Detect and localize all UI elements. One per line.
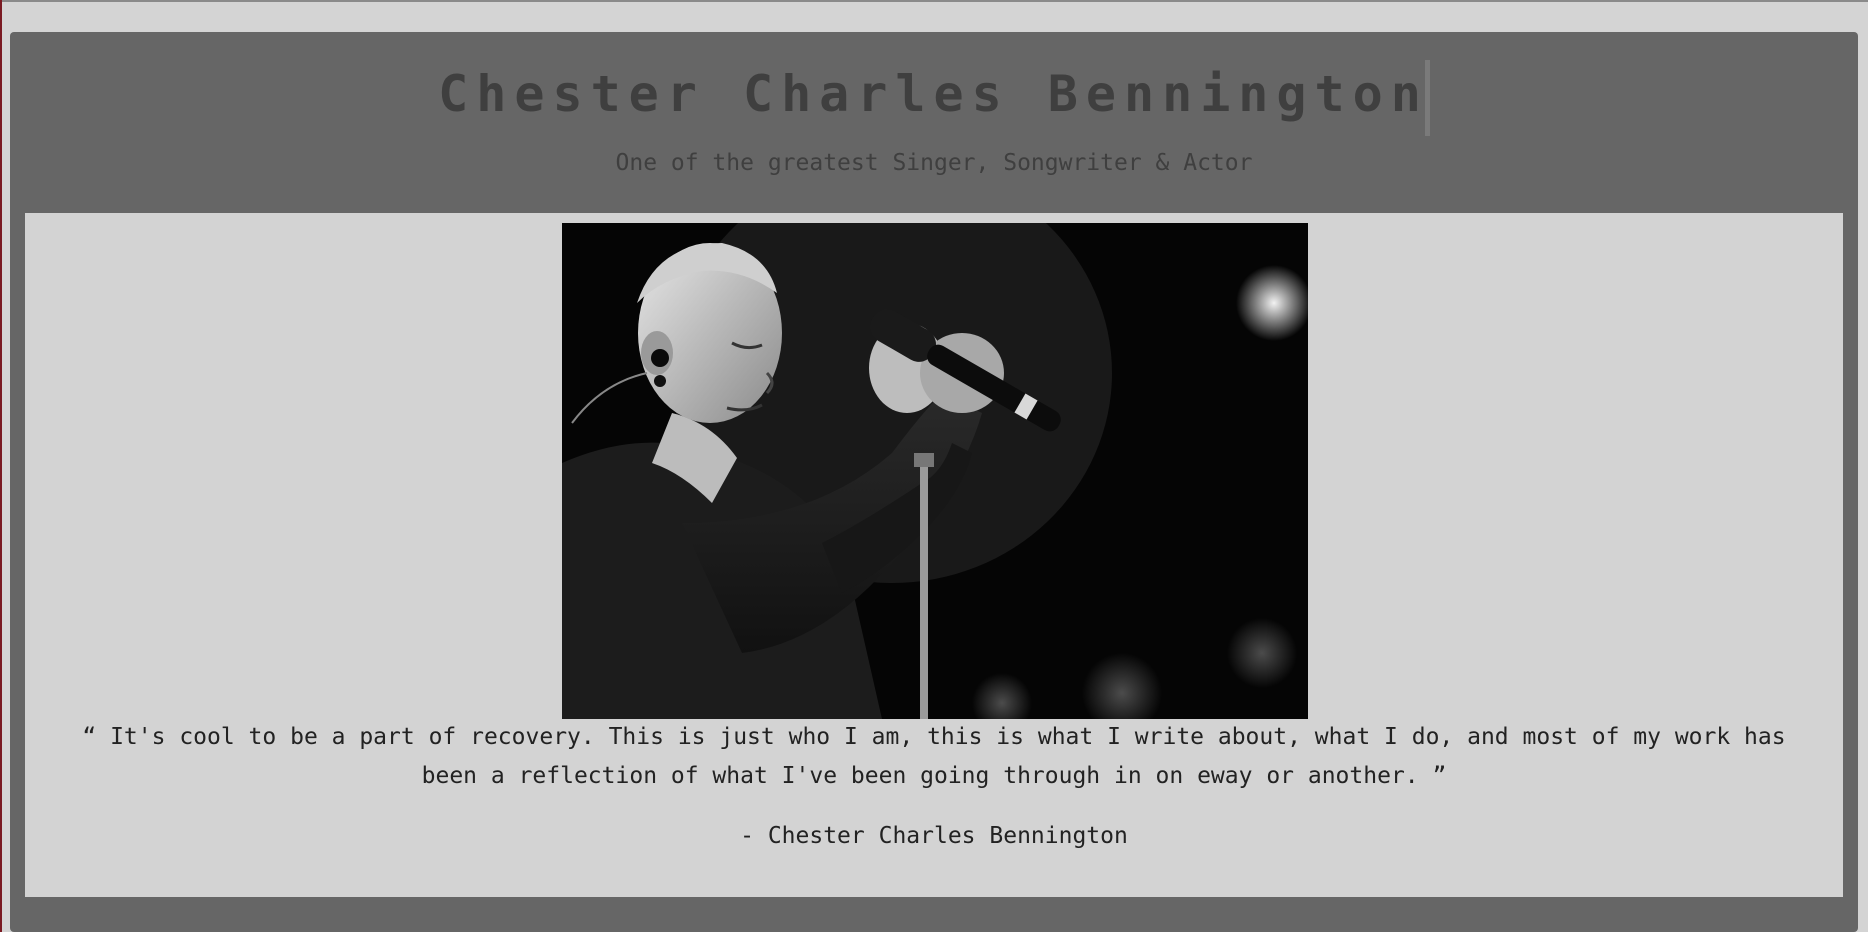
page-title: Chester Charles Bennington	[10, 54, 1858, 136]
quote-text: “ It's cool to be a part of recovery. Th…	[82, 724, 1786, 789]
tribute-card: “ It's cool to be a part of recovery. Th…	[25, 213, 1843, 897]
text-cursor	[1424, 59, 1430, 136]
page-title-text: Chester Charles Bennington	[438, 65, 1429, 123]
quote-attribution: - Chester Charles Bennington	[740, 823, 1128, 849]
window-edge	[0, 0, 2, 932]
singer-photo-illustration	[562, 223, 1308, 719]
page-subtitle: One of the greatest Singer, Songwriter &…	[615, 150, 1253, 176]
main-container: Chester Charles Bennington One of the gr…	[10, 32, 1858, 932]
top-strip	[2, 0, 1868, 2]
page-header: Chester Charles Bennington One of the gr…	[10, 32, 1858, 212]
tribute-photo	[562, 223, 1308, 719]
